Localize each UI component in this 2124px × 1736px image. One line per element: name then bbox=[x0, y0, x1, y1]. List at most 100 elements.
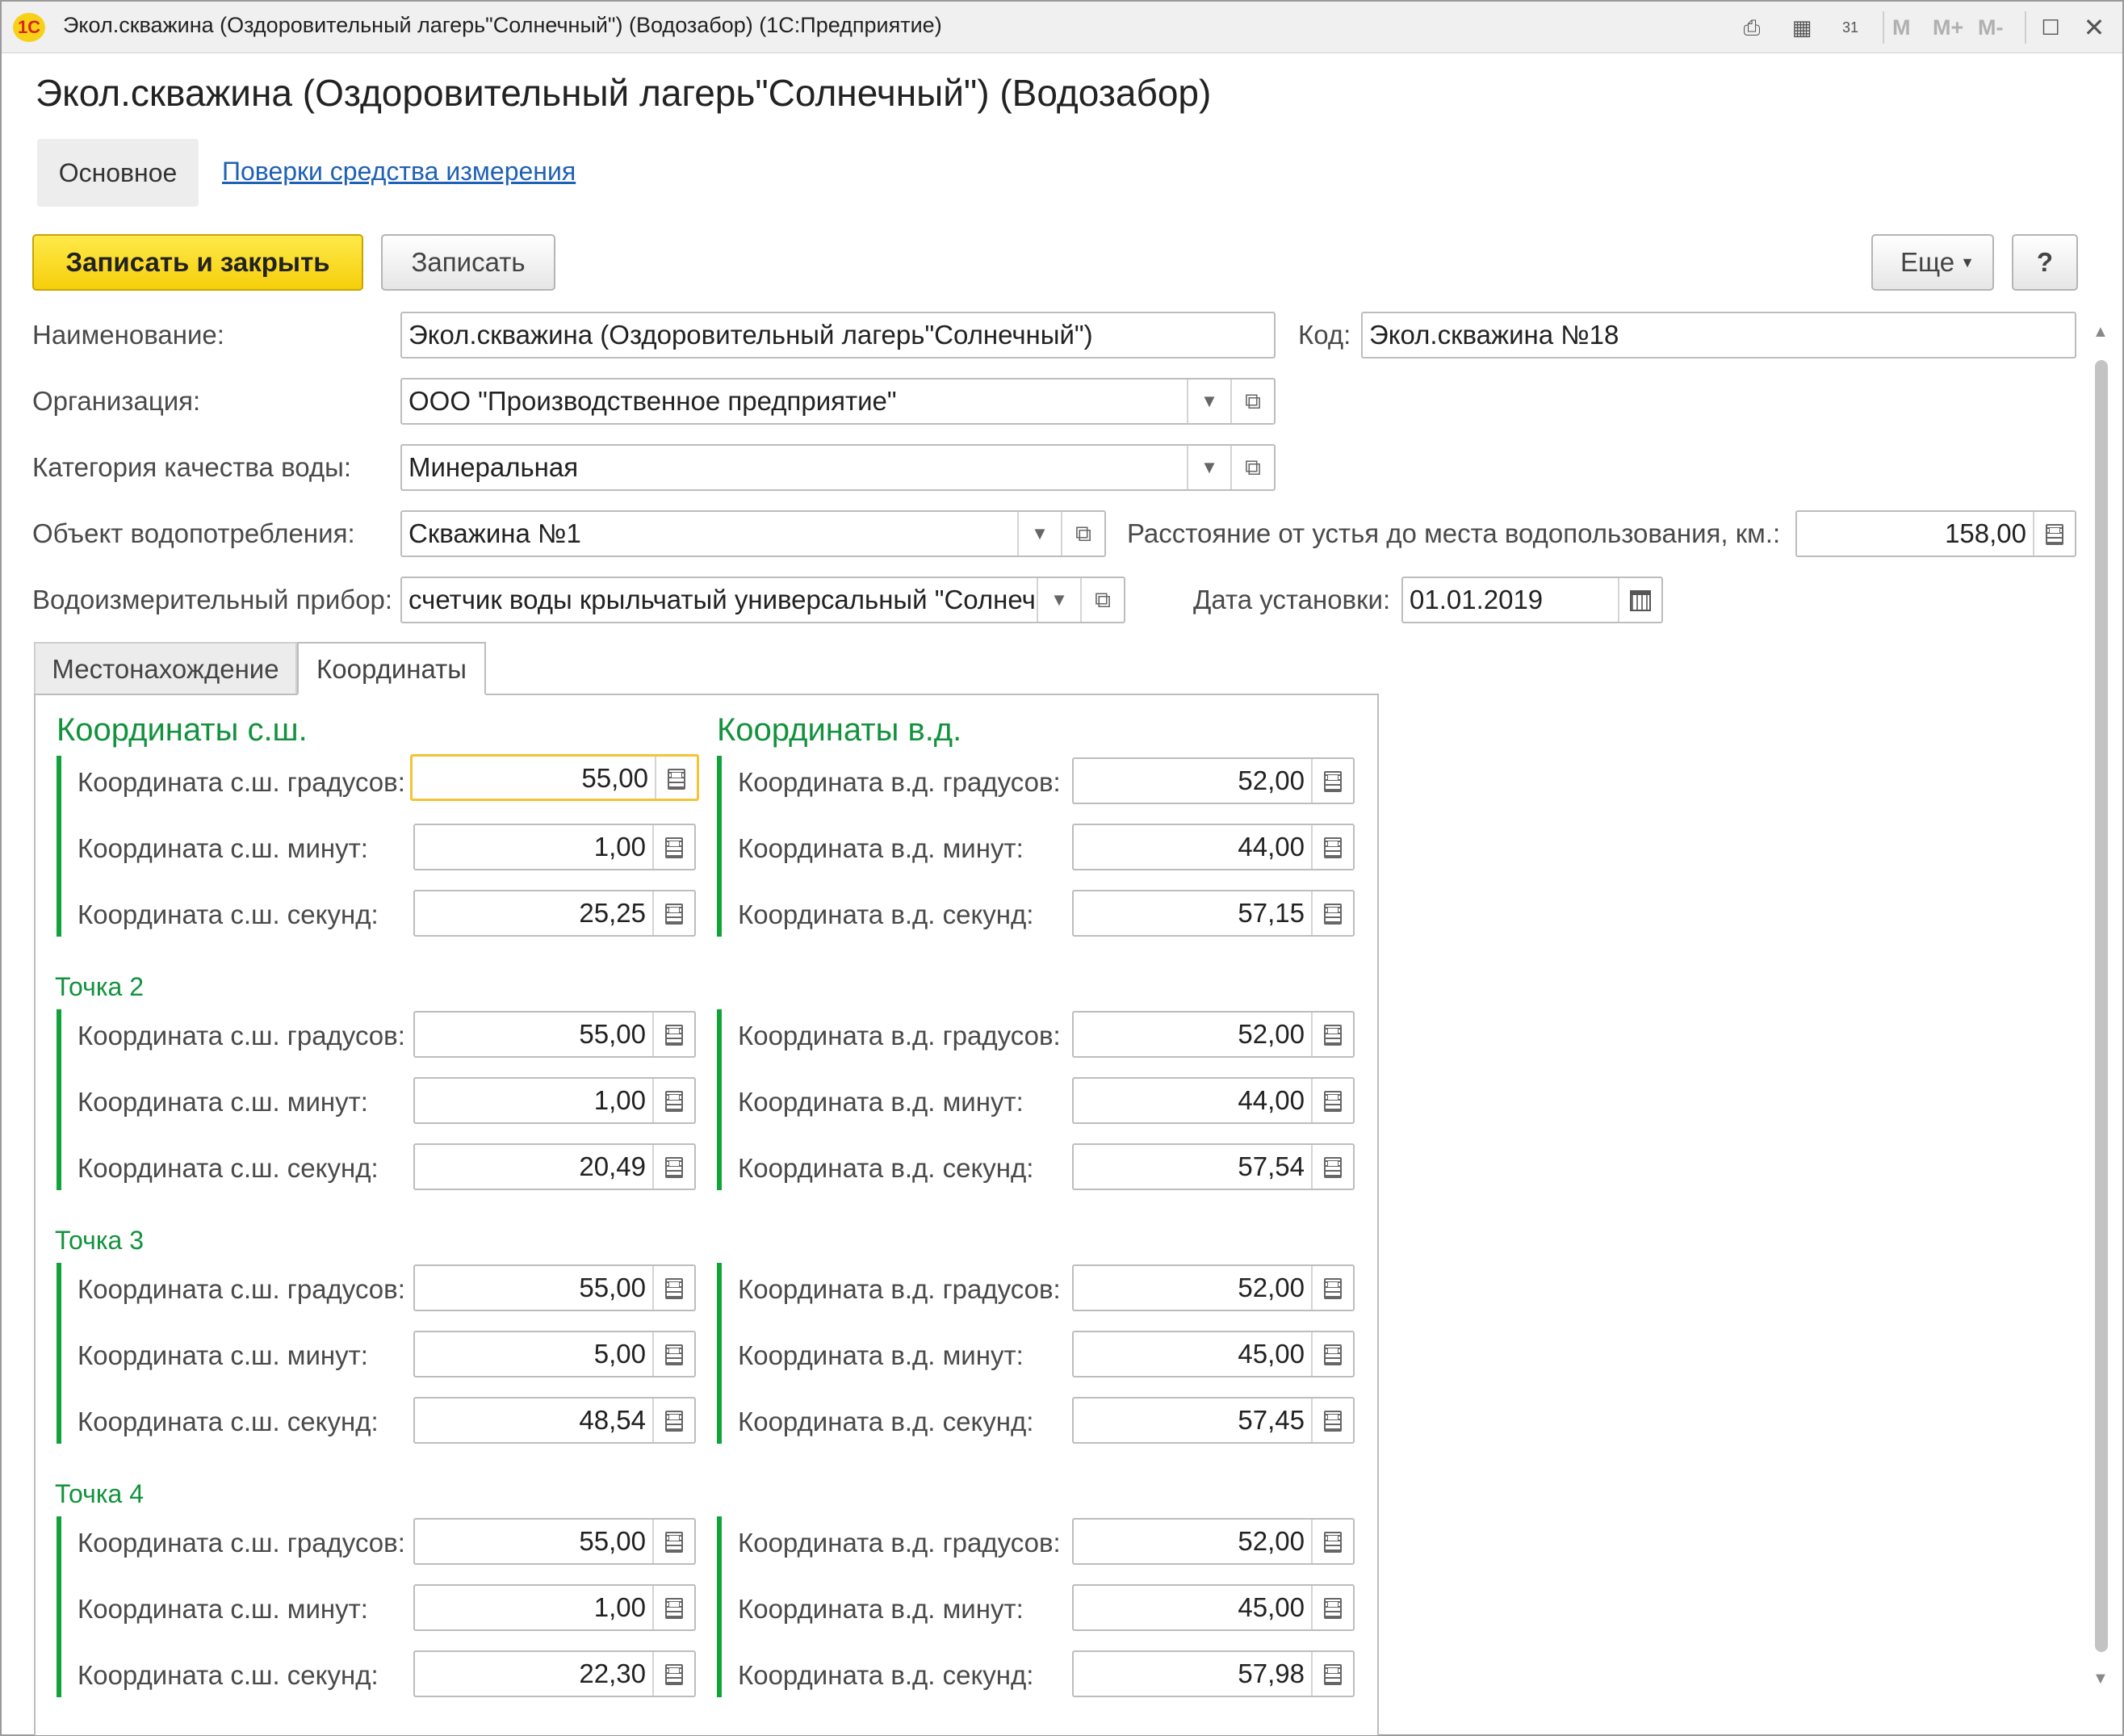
calculator-icon[interactable] bbox=[655, 757, 697, 799]
calculator-icon[interactable] bbox=[652, 1520, 694, 1563]
lat-seconds-label: Координата с.ш. секунд: bbox=[78, 1153, 379, 1183]
print-icon[interactable]: ⎙ bbox=[1736, 11, 1768, 44]
calculator-icon[interactable] bbox=[1311, 1332, 1353, 1376]
lon-degrees-input[interactable]: 52,00 bbox=[1072, 757, 1355, 804]
calculator-icon[interactable] bbox=[652, 891, 694, 935]
lon-degrees-input[interactable]: 52,00 bbox=[1072, 1264, 1355, 1311]
calculator-icon[interactable] bbox=[652, 1145, 694, 1189]
calculator-icon[interactable] bbox=[1311, 1013, 1353, 1056]
lat-minutes-input[interactable]: 1,00 bbox=[413, 824, 696, 870]
code-input[interactable]: Экол.скважина №18 bbox=[1361, 312, 2076, 359]
lat-seconds-input[interactable]: 48,54 bbox=[413, 1397, 696, 1444]
help-button[interactable]: ? bbox=[2012, 234, 2078, 291]
tab-location[interactable]: Местонахождение bbox=[34, 642, 297, 695]
lat-degrees-input[interactable]: 55,00 bbox=[410, 754, 699, 801]
nav-link-verifications[interactable]: Поверки средства измерения bbox=[222, 157, 576, 187]
lat-seconds-input[interactable]: 20,49 bbox=[413, 1143, 696, 1190]
open-form-icon[interactable]: ⧉ bbox=[1230, 446, 1274, 489]
lon-minutes-input[interactable]: 45,00 bbox=[1072, 1584, 1355, 1631]
memory-plus-button[interactable]: M+ bbox=[1933, 11, 1963, 44]
calculator-icon[interactable] bbox=[1311, 759, 1353, 803]
water-quality-select[interactable]: Минеральная ▼ ⧉ bbox=[400, 444, 1276, 491]
app-logo-icon: 1С bbox=[13, 13, 45, 42]
lon-seconds-input[interactable]: 57,45 bbox=[1072, 1397, 1355, 1444]
lat-seconds-input[interactable]: 25,25 bbox=[413, 890, 696, 937]
install-date-input[interactable]: 01.01.2019 bbox=[1401, 577, 1663, 623]
dropdown-arrow-icon[interactable]: ▼ bbox=[1187, 446, 1230, 489]
calculator-icon[interactable] bbox=[1311, 1398, 1353, 1442]
install-date-value: 01.01.2019 bbox=[1410, 585, 1544, 614]
save-button[interactable]: Записать bbox=[381, 234, 555, 291]
lon-seconds-input[interactable]: 57,54 bbox=[1072, 1143, 1355, 1190]
lat-degrees-input[interactable]: 55,00 bbox=[413, 1011, 696, 1058]
calculator-icon[interactable] bbox=[1311, 825, 1353, 869]
spreadsheet-icon[interactable]: ▦ bbox=[1786, 11, 1818, 44]
memory-m-button[interactable]: M bbox=[1892, 11, 1911, 44]
calculator-icon[interactable] bbox=[1311, 1145, 1353, 1189]
lat-degrees-input[interactable]: 55,00 bbox=[413, 1264, 696, 1311]
lat-degrees-label: Координата с.ш. градусов: bbox=[78, 767, 405, 797]
lon-minutes-label: Координата в.д. минут: bbox=[738, 1340, 1024, 1370]
lat-minutes-input[interactable]: 5,00 bbox=[413, 1331, 696, 1377]
lon-degrees-input[interactable]: 52,00 bbox=[1072, 1518, 1355, 1565]
more-button[interactable]: Еще ▼ bbox=[1871, 234, 1994, 291]
lat-minutes-value: 1,00 bbox=[593, 1592, 646, 1622]
calculator-icon[interactable] bbox=[652, 1398, 694, 1442]
lon-seconds-label: Координата в.д. секунд: bbox=[738, 1407, 1034, 1436]
calculator-icon[interactable] bbox=[652, 1079, 694, 1122]
lon-seconds-input[interactable]: 57,98 bbox=[1072, 1650, 1355, 1697]
distance-input[interactable]: 158,00 bbox=[1795, 510, 2076, 557]
vertical-scrollbar[interactable] bbox=[2095, 360, 2108, 1652]
save-and-close-button[interactable]: Записать и закрыть bbox=[32, 234, 363, 291]
lon-seconds-label: Координата в.д. секунд: bbox=[738, 899, 1034, 929]
lat-minutes-input[interactable]: 1,00 bbox=[413, 1077, 696, 1124]
calculator-icon[interactable] bbox=[652, 1266, 694, 1310]
lon-seconds-input[interactable]: 57,15 bbox=[1072, 890, 1355, 937]
group-bar bbox=[717, 1009, 722, 1190]
lon-minutes-label: Координата в.д. минут: bbox=[738, 1087, 1024, 1117]
calendar-icon[interactable]: 31 bbox=[1834, 11, 1866, 44]
lat-minutes-input[interactable]: 1,00 bbox=[413, 1584, 696, 1631]
more-label: Еще bbox=[1900, 247, 1955, 277]
open-form-icon[interactable]: ⧉ bbox=[1061, 512, 1104, 556]
group-bar bbox=[57, 1516, 61, 1697]
open-form-icon[interactable]: ⧉ bbox=[1230, 379, 1274, 423]
open-form-icon[interactable]: ⧉ bbox=[1080, 578, 1124, 622]
water-object-select[interactable]: Скважина №1 ▼ ⧉ bbox=[400, 510, 1106, 557]
organization-select[interactable]: ООО "Производственное предприятие" ▼ ⧉ bbox=[400, 378, 1276, 425]
calculator-icon[interactable] bbox=[1311, 1652, 1353, 1696]
title-bar: 1С Экол.скважина (Оздоровительный лагерь… bbox=[2, 2, 2122, 53]
nav-tab-main[interactable]: Основное bbox=[37, 139, 199, 207]
lon-minutes-input[interactable]: 44,00 bbox=[1072, 1077, 1355, 1124]
name-input[interactable]: Экол.скважина (Оздоровительный лагерь"Со… bbox=[400, 312, 1276, 359]
lat-seconds-input[interactable]: 22,30 bbox=[413, 1650, 696, 1697]
point-4-title: Точка 4 bbox=[55, 1479, 144, 1508]
calculator-icon[interactable] bbox=[652, 1652, 694, 1696]
group-bar bbox=[57, 1263, 61, 1444]
calculator-icon[interactable] bbox=[652, 1332, 694, 1376]
lon-minutes-input[interactable]: 45,00 bbox=[1072, 1331, 1355, 1377]
calculator-icon[interactable] bbox=[1311, 1520, 1353, 1563]
calendar-picker-icon[interactable] bbox=[1618, 578, 1661, 622]
scroll-down-icon[interactable]: ▼ bbox=[2093, 1670, 2109, 1688]
scroll-up-icon[interactable]: ▲ bbox=[2093, 323, 2109, 342]
calculator-icon[interactable] bbox=[652, 1013, 694, 1056]
calculator-icon[interactable] bbox=[1311, 1266, 1353, 1310]
lon-degrees-input[interactable]: 52,00 bbox=[1072, 1011, 1355, 1058]
calculator-icon[interactable] bbox=[1311, 891, 1353, 935]
calculator-icon[interactable] bbox=[1311, 1586, 1353, 1629]
tab-coordinates[interactable]: Координаты bbox=[297, 642, 486, 695]
lon-minutes-input[interactable]: 44,00 bbox=[1072, 824, 1355, 870]
memory-minus-button[interactable]: M- bbox=[1978, 11, 2003, 44]
close-icon[interactable]: ✕ bbox=[2078, 11, 2110, 44]
dropdown-arrow-icon[interactable]: ▼ bbox=[1037, 578, 1080, 622]
calculator-icon[interactable] bbox=[652, 825, 694, 869]
lat-degrees-input[interactable]: 55,00 bbox=[413, 1518, 696, 1565]
dropdown-arrow-icon[interactable]: ▼ bbox=[1017, 512, 1061, 556]
meter-device-select[interactable]: счетчик воды крыльчатый универсальный "С… bbox=[400, 577, 1125, 623]
calculator-icon[interactable] bbox=[1311, 1079, 1353, 1122]
calculator-icon[interactable] bbox=[2033, 512, 2075, 556]
calculator-icon[interactable] bbox=[652, 1586, 694, 1629]
maximize-icon[interactable]: ☐ bbox=[2034, 11, 2067, 44]
dropdown-arrow-icon[interactable]: ▼ bbox=[1187, 379, 1230, 423]
